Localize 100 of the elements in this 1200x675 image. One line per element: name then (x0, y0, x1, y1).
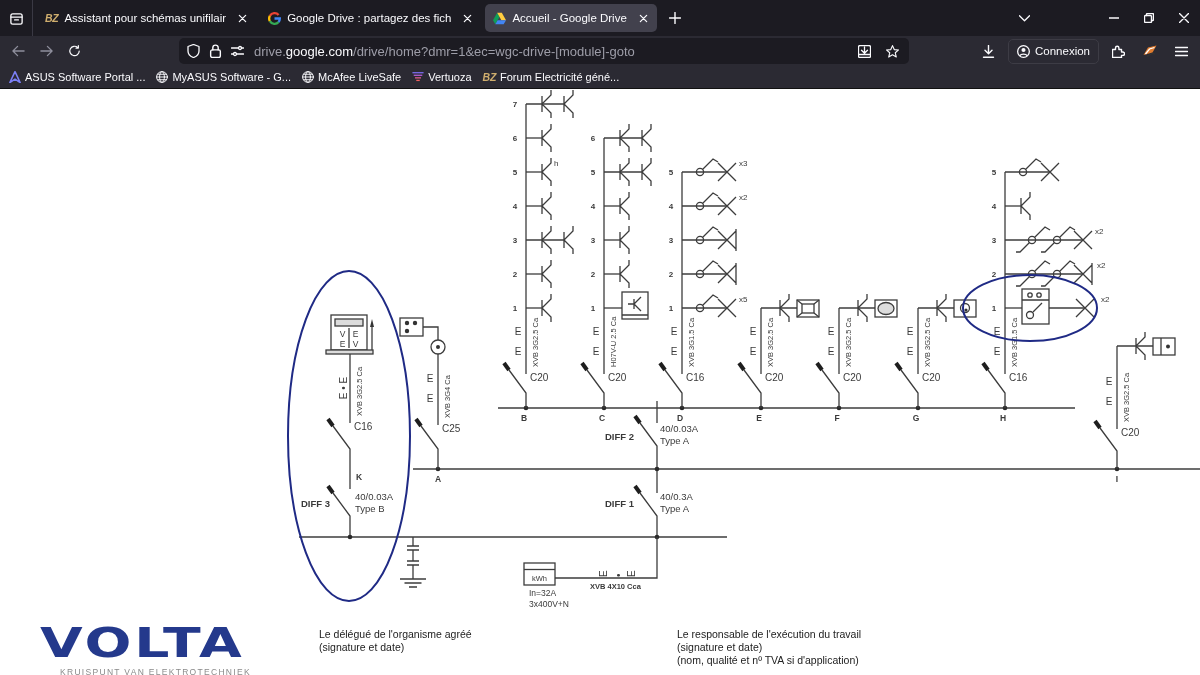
tray-download-icon[interactable] (858, 44, 871, 58)
earth-mark: E (749, 346, 757, 357)
circuit-letter: I (1115, 474, 1119, 484)
socket-symbol (541, 123, 552, 153)
earth-mark: E (670, 326, 678, 337)
stripes-icon (412, 70, 425, 83)
circuit-breaker-symbol (894, 361, 919, 409)
circuit-number: 7 (512, 100, 518, 109)
circuit-letter: H (999, 413, 1007, 423)
download-icon[interactable] (982, 44, 995, 58)
breaker-rating: C20 (765, 372, 784, 383)
shield-icon[interactable] (187, 44, 200, 58)
multicolor-g-icon (268, 11, 282, 25)
socket-symbol (619, 225, 630, 255)
bookmark-link[interactable]: MyASUS Software - G... (156, 70, 292, 83)
browser-tab[interactable]: Accueil - Google Drive (485, 4, 657, 32)
charger-label: V (339, 329, 346, 339)
chevron-down-icon[interactable] (1019, 14, 1030, 22)
extension-icon[interactable] (1143, 45, 1157, 57)
signature-caption: Le responsable de l'exécution du travail (677, 628, 862, 640)
socket-symbol (1135, 331, 1146, 361)
junction-dot (654, 466, 660, 472)
plus-icon[interactable] (668, 12, 681, 24)
circuit-number: 4 (512, 202, 518, 211)
lamp-symbol (717, 162, 737, 182)
restore-icon[interactable] (1144, 13, 1154, 23)
circuit-number: 2 (991, 270, 997, 279)
appliance-box-symbol (796, 299, 820, 318)
archive-box-icon[interactable] (9, 10, 24, 26)
junction-dot (1002, 405, 1008, 411)
charger-label: E (352, 329, 359, 339)
socket-symbol (857, 293, 868, 323)
circuit-number: 5 (590, 168, 596, 177)
lamp-symbol (1073, 230, 1093, 250)
quantity-note: x2 (1097, 261, 1106, 270)
browser-tab[interactable]: BZ Assistant pour schémas unifilair (37, 4, 257, 32)
account-button[interactable]: Connexion (1008, 38, 1099, 64)
differential-rating: 40/0.3A (660, 491, 693, 502)
switch-symbol (695, 260, 719, 279)
circuit-number: 2 (512, 270, 518, 279)
close-icon[interactable] (238, 13, 248, 23)
switch-symbol (1015, 260, 1051, 287)
breaker-rating: C16 (354, 421, 373, 432)
junction-dot (836, 405, 842, 411)
circuit-number: 1 (668, 304, 674, 313)
circuit-number: 2 (668, 270, 674, 279)
breaker-rating: C20 (608, 372, 627, 383)
circuit-letter: D (676, 413, 684, 423)
close-icon[interactable] (463, 13, 473, 23)
earth-symbol (399, 536, 427, 588)
circuit-number: 4 (590, 202, 596, 211)
close-icon[interactable] (638, 13, 648, 23)
circuit-breaker-symbol (502, 361, 527, 409)
circuit-number: 3 (991, 236, 997, 245)
earth-mark: E (827, 326, 835, 337)
differential-rating: 40/0.03A (355, 491, 394, 502)
reload-icon[interactable] (68, 45, 81, 57)
bookmark-link[interactable]: ASUS Software Portal ... (9, 70, 146, 83)
breaker-rating: C20 (1121, 427, 1140, 438)
account-icon (1017, 44, 1030, 58)
socket-symbol (1020, 191, 1031, 221)
socket-symbol (641, 157, 652, 187)
bookmark-link[interactable]: BZ Forum Electricité géné... (482, 70, 620, 83)
appliance-box-symbol (1152, 337, 1176, 356)
sliders-icon[interactable] (231, 44, 244, 58)
wire (422, 326, 439, 341)
signature-caption: (signature et date) (677, 641, 763, 653)
earth-mark: E (514, 346, 522, 357)
lock-icon[interactable] (209, 44, 222, 58)
socket-symbol (619, 191, 630, 221)
appliance-box-symbol (874, 299, 898, 318)
circuit-letter: B (520, 413, 528, 423)
site-logo: BZ (482, 70, 496, 83)
browser-tab[interactable]: Google Drive : partagez des fich (260, 4, 482, 32)
differential-type: Type A (660, 435, 690, 446)
socket-symbol (541, 89, 552, 119)
circuit-number: 1 (512, 304, 518, 313)
circuit-letter: A (434, 474, 442, 484)
switch-symbol (1040, 226, 1076, 253)
earth-mark: E (592, 346, 600, 357)
quantity-note: x2 (739, 193, 748, 202)
globe-icon (156, 70, 169, 83)
close-icon[interactable] (1179, 13, 1189, 23)
puzzle-icon[interactable] (1112, 44, 1125, 58)
circuit-number: 5 (668, 168, 674, 177)
triangle-outline-icon (9, 70, 21, 83)
lamp-symbol (1075, 298, 1095, 318)
bookmark-link[interactable]: Vertuoza (412, 70, 472, 83)
charging-station-symbol (325, 314, 374, 355)
star-icon[interactable] (886, 44, 899, 58)
bookmark-link[interactable]: McAfee LiveSafe (302, 70, 402, 83)
appliance-box-symbol (953, 299, 977, 318)
socket-symbol (779, 293, 790, 323)
menu-icon[interactable] (1175, 44, 1188, 58)
address-bar[interactable]: drive.google.com/drive/home?dmr=1&ec=wgc-drive-[module]-goto (179, 38, 909, 64)
socket-symbol (619, 123, 630, 153)
triangle-logo-icon (493, 11, 507, 25)
circuit-number: 5 (991, 168, 997, 177)
circuit-breaker-symbol (414, 417, 439, 470)
switch-symbol (695, 158, 719, 177)
